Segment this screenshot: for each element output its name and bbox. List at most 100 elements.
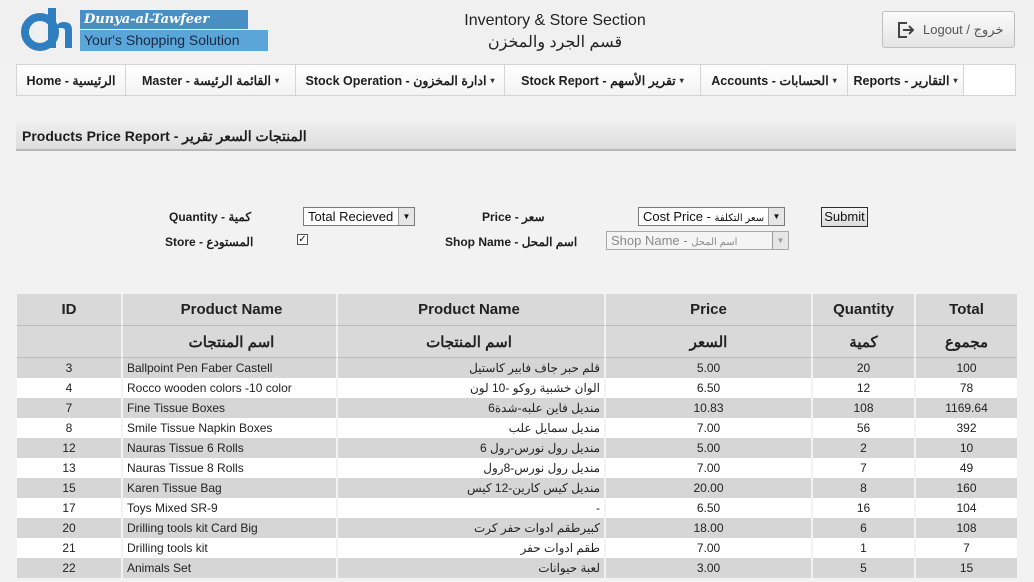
nav-stock-operation[interactable]: Stock Operation - ادارة المخزون ▾: [296, 65, 505, 95]
logout-icon: [898, 21, 915, 38]
cell-price: 20.00: [606, 478, 813, 498]
cell-quantity: 6: [813, 518, 916, 538]
price-select[interactable]: Cost Price - سعر التكلفة ▼: [638, 207, 785, 226]
cell-product-name-ar: -: [338, 498, 606, 518]
cell-id: 22: [17, 558, 123, 578]
cell-quantity: 16: [813, 498, 916, 518]
nav-accounts[interactable]: Accounts - الحسابات ▾: [701, 65, 848, 95]
nav-reports[interactable]: Reports - التقارير ▾: [848, 65, 964, 95]
cell-price: 6.50: [606, 498, 813, 518]
cell-quantity: 5: [813, 558, 916, 578]
cell-quantity: 7: [813, 458, 916, 478]
cell-product-name-ar: منديل رول نورس-رول 6: [338, 438, 606, 458]
cell-product-name-ar: لعبة حيوانات: [338, 558, 606, 578]
nav-home[interactable]: Home - الرئيسية: [17, 65, 126, 95]
cell-quantity: 108: [813, 398, 916, 418]
cell-total: 1169.64: [945, 401, 988, 415]
header-product-name-en: Product Name: [123, 294, 338, 326]
table-row: 7 Fine Tissue Boxes منديل فاين علبه-شدة6 10…: [17, 398, 1017, 418]
nav-label: Stock Operation - ادارة المخزون: [305, 73, 487, 88]
dropdown-arrow-icon: ▼: [768, 208, 784, 225]
cell-price: 7.00: [606, 418, 813, 438]
header-quantity-ar: كمية: [813, 326, 916, 358]
cell-price: 18.00: [606, 518, 813, 538]
cell-id: 20: [17, 518, 123, 538]
section-subtitle: قسم الجرد والمخزن: [487, 34, 623, 51]
cell-product-name-ar: منديل سمايل علب: [338, 418, 606, 438]
cell-price: 5.00: [606, 438, 813, 458]
cell-product-name-ar: كبيرطقم ادوات حفر كرت: [338, 518, 606, 538]
cell-product-name-ar: منديل كيس كارين-12 كيس: [338, 478, 606, 498]
quantity-select[interactable]: Total Recieved ▼: [303, 207, 415, 226]
cell-id: 7: [17, 398, 123, 418]
cell-id: 15: [17, 478, 123, 498]
cell-product-name-en: Drilling tools kit: [123, 538, 338, 558]
cell-price: 10.83: [606, 398, 813, 418]
nav-master[interactable]: Master - القائمة الرئيسة ▾: [126, 65, 296, 95]
shop-name-select-value: Shop Name -: [611, 233, 692, 248]
table-body: 3 Ballpoint Pen Faber Castell قلم حبر جاف …: [17, 358, 1017, 578]
products-price-table: ID Product Name Product Name Price Quant…: [17, 294, 1017, 578]
cell-quantity: 56: [813, 418, 916, 438]
nav-label: Accounts - الحسابات: [711, 73, 829, 88]
header-quantity: Quantity: [813, 294, 916, 326]
header-product-name-ar: Product Name: [338, 294, 606, 326]
cell-total: 15: [959, 561, 974, 575]
logo-tagline: Your's Shopping Solution: [80, 30, 268, 51]
table-row: 20 Drilling tools kit Card Big كبيرطقم ادو…: [17, 518, 1017, 538]
cell-id: 21: [17, 538, 123, 558]
logout-button[interactable]: Logout / خروج: [882, 11, 1015, 48]
dropdown-arrow-icon: ▾: [679, 75, 684, 85]
quantity-label: Quantity - كمية: [169, 210, 252, 224]
cell-quantity: 2: [813, 438, 916, 458]
header-price-ar: السعر: [606, 326, 813, 358]
logo-brand-name: Dunya-al-Tawfeer: [80, 10, 248, 29]
cell-total: 392: [956, 421, 977, 435]
cell-price: 6.50: [606, 378, 813, 398]
nav-label: Home - الرئيسية: [26, 73, 116, 88]
table-row: 21 Drilling tools kit طقم ادوات حفر 7.00 1 7: [17, 538, 1017, 558]
header-price: Price: [606, 294, 813, 326]
dropdown-arrow-icon: ▾: [953, 75, 958, 85]
cell-product-name-en: Toys Mixed SR-9: [123, 498, 338, 518]
quantity-select-value: Total Recieved: [308, 209, 394, 224]
cell-id: 3: [17, 358, 123, 378]
cell-id: 12: [17, 438, 123, 458]
cell-quantity: 1: [813, 538, 916, 558]
cell-product-name-en: Fine Tissue Boxes: [123, 398, 338, 418]
table-row: 3 Ballpoint Pen Faber Castell قلم حبر جاف …: [17, 358, 1017, 378]
cell-product-name-ar: قلم حبر جاف فابير كاستيل: [338, 358, 606, 378]
site-logo[interactable]: Dunya-al-Tawfeer Your's Shopping Solutio…: [20, 6, 268, 52]
table-header-row-en: ID Product Name Product Name Price Quant…: [17, 294, 1017, 326]
price-select-value-ar: سعر التكلفة: [714, 213, 765, 224]
nav-label: Stock Report - تقرير الأسهم: [521, 73, 676, 88]
cell-product-name-en: Nauras Tissue 8 Rolls: [123, 458, 338, 478]
page-title: Products Price Report - المنتجات السعر ت…: [16, 121, 1016, 151]
submit-button[interactable]: Submit: [821, 207, 868, 227]
cell-price: 7.00: [606, 538, 813, 558]
store-label: Store - المستودع: [165, 235, 254, 249]
cell-product-name-en: Smile Tissue Napkin Boxes: [123, 418, 338, 438]
table-header-row-ar: اسم المنتجات اسم المنتجات السعر كمية مجم…: [17, 326, 1017, 358]
shop-name-select[interactable]: Shop Name - اسم المحل ▼: [606, 231, 789, 250]
dropdown-arrow-icon: ▾: [832, 75, 837, 85]
shop-name-select-value-ar: اسم المحل: [691, 237, 738, 248]
cell-total: 78: [959, 381, 974, 395]
cell-product-name-en: Rocco wooden colors -10 color: [123, 378, 338, 398]
cell-product-name-en: Nauras Tissue 6 Rolls: [123, 438, 338, 458]
cell-price: 3.00: [606, 558, 813, 578]
price-select-value: Cost Price -: [643, 209, 715, 224]
cell-id: 13: [17, 458, 123, 478]
store-checkbox[interactable]: ✓: [297, 234, 308, 245]
table-row: 12 Nauras Tissue 6 Rolls منديل رول نورس-رو…: [17, 438, 1017, 458]
nav-stock-report[interactable]: Stock Report - تقرير الأسهم ▾: [505, 65, 701, 95]
header-total: Total: [916, 294, 1017, 326]
header-total-ar: مجموع: [916, 326, 1017, 358]
section-title: Inventory & Store Section: [464, 12, 646, 29]
cell-total: 104: [956, 501, 977, 515]
cell-total: 49: [959, 461, 974, 475]
cell-id: 4: [17, 378, 123, 398]
cell-product-name-en: Ballpoint Pen Faber Castell: [123, 358, 338, 378]
header-id-ar: [17, 326, 123, 358]
cell-total: 10: [959, 441, 974, 455]
